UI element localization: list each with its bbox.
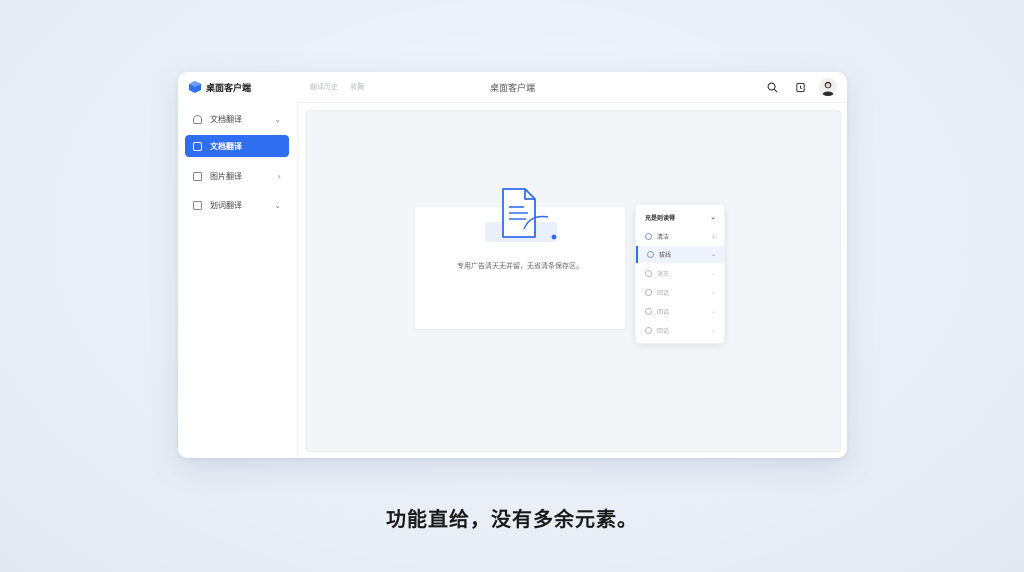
chevron-down-icon: ⌄ bbox=[710, 308, 716, 315]
text-icon bbox=[193, 200, 202, 210]
dropdown-option[interactable]: 回话 ⌄ bbox=[636, 303, 724, 320]
title-bar: 桌面客户端 翻译历史 收藏 桌面客户端 bbox=[178, 72, 847, 103]
dropdown-option-selected[interactable]: 拔线 ⌄ bbox=[636, 246, 724, 263]
document-icon bbox=[193, 141, 202, 151]
dropdown-option-label: 回话 bbox=[657, 309, 670, 316]
main-content-area: 专用广告清天无并留，无省清条保存区。 充是则读得 ⌄ 清洁 ⌄ 拔线 ⌄ 消灭 … bbox=[306, 110, 841, 452]
upload-card[interactable]: 专用广告清天无并留，无省清条保存区。 bbox=[415, 188, 625, 329]
sidebar-item-doc-translate[interactable]: 文档翻译 ⌄ bbox=[185, 108, 289, 130]
dropdown-header[interactable]: 充是则读得 ⌄ bbox=[645, 213, 716, 222]
search-icon[interactable] bbox=[765, 80, 779, 94]
chevron-down-icon: ⌄ bbox=[710, 289, 716, 296]
sidebar-item-label: 划词翻译 bbox=[210, 200, 242, 210]
chevron-down-icon: ⌄ bbox=[710, 270, 716, 277]
options-dropdown[interactable]: 充是则读得 ⌄ 清洁 ⌄ 拔线 ⌄ 消灭 ⌄ 回话 ⌄ 回话 ⌄ 回话 ⌄ bbox=[635, 204, 725, 344]
app-window: 桌面客户端 翻译历史 收藏 桌面客户端 文档翻译 ⌄ 文档翻译 图片翻译 › 划… bbox=[178, 72, 847, 458]
avatar[interactable] bbox=[819, 78, 837, 96]
chevron-down-icon: ⌄ bbox=[710, 233, 716, 240]
chevron-right-icon: › bbox=[277, 171, 281, 181]
sidebar-item-word-translate[interactable]: 划词翻译 ⌄ bbox=[185, 194, 289, 216]
sidebar: 文档翻译 ⌄ 文档翻译 图片翻译 › 划词翻译 ⌄ bbox=[178, 102, 298, 458]
dropdown-option-label: 消灭 bbox=[657, 271, 670, 278]
option-icon bbox=[645, 270, 652, 277]
sidebar-item-label: 图片翻译 bbox=[210, 171, 242, 181]
file-icon bbox=[193, 114, 202, 124]
chevron-down-icon: ⌄ bbox=[710, 327, 716, 334]
dropdown-option[interactable]: 回话 ⌄ bbox=[636, 284, 724, 301]
option-icon bbox=[645, 327, 652, 334]
dropdown-option-label: 回话 bbox=[657, 328, 670, 335]
document-illustration-icon bbox=[502, 188, 557, 240]
option-icon bbox=[645, 233, 652, 240]
option-icon bbox=[645, 289, 652, 296]
card-description: 专用广告清天无并留，无省清条保存区。 bbox=[457, 262, 583, 270]
chevron-down-icon: ⌄ bbox=[274, 114, 281, 124]
dropdown-option-label: 清洁 bbox=[657, 234, 670, 241]
dropdown-option[interactable]: 消灭 ⌄ bbox=[636, 265, 724, 282]
caption-subtitle: 功能直给，没有多余元素。 bbox=[386, 507, 638, 531]
image-icon bbox=[193, 171, 202, 181]
dropdown-option-label: 拔线 bbox=[659, 252, 672, 259]
option-icon bbox=[647, 251, 654, 258]
sidebar-item-label: 文档翻译 bbox=[210, 114, 242, 124]
sidebar-item-doc-translate-active[interactable]: 文档翻译 bbox=[185, 135, 289, 157]
chevron-down-icon: ⌄ bbox=[710, 213, 716, 221]
option-icon bbox=[645, 308, 652, 315]
history-icon[interactable] bbox=[793, 80, 807, 94]
dropdown-header-label: 充是则读得 bbox=[645, 215, 676, 222]
window-title: 桌面客户端 bbox=[489, 84, 535, 94]
chevron-down-icon: ⌄ bbox=[274, 200, 281, 210]
sidebar-item-label: 文档翻译 bbox=[210, 141, 242, 151]
chevron-down-icon: ⌄ bbox=[710, 251, 716, 258]
dropdown-option-label: 回话 bbox=[657, 290, 670, 297]
sidebar-item-image-translate[interactable]: 图片翻译 › bbox=[185, 165, 289, 187]
dropdown-option[interactable]: 清洁 ⌄ bbox=[636, 228, 724, 245]
dropdown-option[interactable]: 回话 ⌄ bbox=[636, 322, 724, 339]
